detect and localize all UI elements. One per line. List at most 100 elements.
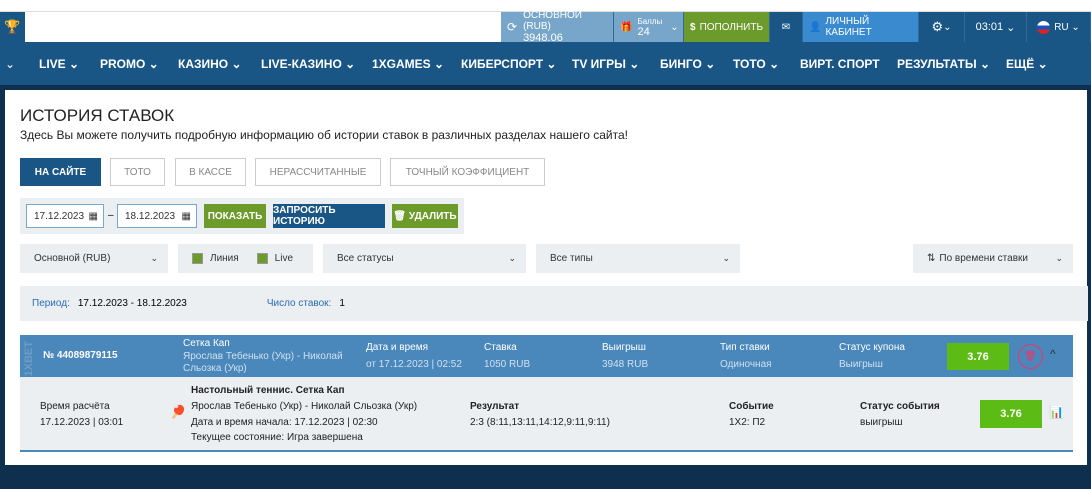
period-value: 17.12.2023 - 18.12.2023	[77, 298, 187, 309]
nav-tv-games[interactable]: TV ИГРЫ ⌄	[572, 57, 639, 71]
russia-flag-icon	[1037, 20, 1051, 34]
live-checkbox[interactable]	[256, 253, 268, 264]
balance-label: ОСНОВНОЙ (RUB)	[523, 10, 582, 32]
trophy-icon[interactable]: 🏆	[0, 12, 25, 42]
deposit-label: ПОПОЛНИТЬ	[699, 21, 764, 33]
date-from-input[interactable]: 17.12.2023 ▦	[26, 204, 104, 228]
win-label: Выигрыш	[602, 342, 646, 353]
nav-virtual-sport[interactable]: ВИРТ. СПОРТ	[800, 57, 880, 71]
chevron-down-icon: ⌄	[722, 253, 730, 263]
trash-icon[interactable]: 🗑	[1018, 344, 1043, 369]
event-state: Текущее состояние: Игра завершена	[191, 432, 363, 443]
nav-results[interactable]: РЕЗУЛЬТАТЫ ⌄	[897, 57, 990, 71]
mail-icon[interactable]: ✉	[770, 12, 803, 42]
settings-button[interactable]: ⚙ ⌄	[919, 12, 965, 42]
trash-icon: 🗑	[393, 210, 407, 222]
show-button[interactable]: ПОКАЗАТЬ	[204, 204, 266, 228]
account-select[interactable]: Основной (RUB) ⌄	[20, 244, 168, 273]
stake-value: 1050 RUB	[484, 359, 531, 370]
calc-label: Время расчёта	[40, 401, 110, 412]
chevron-down-icon: ⌄	[670, 21, 679, 33]
cabinet-label: ЛИЧНЫЙ КАБИНЕТ	[825, 16, 872, 38]
balance-button[interactable]: ⟳ ОСНОВНОЙ (RUB) 3948.06	[501, 10, 614, 44]
nav-promo[interactable]: PROMO ⌄	[100, 57, 159, 71]
date-separator: –	[108, 210, 114, 221]
nav-live-casino[interactable]: LIVE-КАЗИНО ⌄	[261, 57, 355, 71]
calendar-icon: ▦	[88, 210, 98, 222]
event-start: Дата и время начала: 17.12.2023 | 02:30	[191, 417, 378, 428]
line-live-filter: Линия Live	[178, 244, 313, 273]
date-to-input[interactable]: 18.12.2023 ▦	[117, 204, 197, 228]
dollar-icon: $	[690, 21, 696, 33]
event-status-value: выигрыш	[860, 417, 903, 428]
line-checkbox[interactable]	[192, 253, 203, 264]
result-label: Результат	[470, 401, 520, 412]
period-summary: Период: 17.12.2023 - 18.12.2023 Число ст…	[20, 286, 1088, 321]
period-label: Период:	[32, 298, 70, 309]
points-value: 24	[637, 25, 650, 38]
nav-bingo[interactable]: БИНГО ⌄	[660, 57, 715, 71]
page-subtitle: Здесь Вы можете получить подробную инфор…	[20, 128, 628, 142]
chevron-up-icon[interactable]: ^	[1050, 347, 1056, 361]
chevron-down-icon: ⌄	[1055, 253, 1063, 263]
type-select[interactable]: Все типы ⌄	[536, 244, 740, 273]
nav-live[interactable]: LIVE ⌄	[39, 57, 79, 71]
sort-select[interactable]: ⇅ По времени ставки ⌄	[913, 244, 1073, 273]
gift-icon: 🎁	[620, 21, 633, 33]
bet-match: Ярослав Тебенько (Укр) - Николай Сльозка…	[183, 351, 343, 374]
tab-toto[interactable]: ТОТО	[110, 158, 165, 186]
nav-esports[interactable]: КИБЕРСПОРТ ⌄	[461, 57, 556, 71]
bet-number: № 44089879115	[43, 350, 118, 361]
date-label: Дата и время	[366, 342, 429, 353]
request-history-button[interactable]: ЗАПРОСИТЬ ИСТОРИЮ	[273, 204, 385, 228]
chevron-down-icon[interactable]: ⌄	[5, 57, 15, 71]
win-value: 3948 RUB	[602, 359, 649, 370]
event-value: 1Х2: П2	[729, 417, 766, 428]
tab-unsettled[interactable]: НЕРАССЧИТАННЫЕ	[255, 158, 381, 186]
deposit-button[interactable]: $ ПОПОЛНИТЬ	[684, 12, 770, 42]
language-button[interactable]: RU ⌄	[1027, 12, 1091, 42]
nav-casino[interactable]: КАЗИНО ⌄	[178, 57, 242, 71]
cabinet-button[interactable]: 👤 ЛИЧНЫЙ КАБИНЕТ	[803, 12, 919, 42]
tab-cashdesk[interactable]: В КАССЕ	[175, 158, 246, 186]
tab-on-site[interactable]: НА САЙТЕ	[20, 158, 101, 186]
bet-tournament: Сетка Кап	[183, 338, 230, 349]
sort-icon: ⇅	[927, 253, 936, 264]
type-value: Одиночная	[720, 359, 772, 370]
delete-button[interactable]: 🗑 УДАЛИТЬ	[392, 204, 458, 228]
date-value: от 17.12.2023 | 02:52	[366, 359, 462, 370]
gear-icon: ⚙	[931, 19, 944, 34]
bet-details: Время расчёта 17.12.2023 | 03:01 🏓 Насто…	[20, 377, 1073, 452]
logo-watermark: 1XBET	[23, 341, 35, 377]
coupon-odds: 3.76	[947, 343, 1009, 370]
event-status-label: Статус события	[860, 401, 940, 412]
calendar-icon: ▦	[181, 210, 191, 222]
count-value: 1	[339, 298, 345, 309]
status-select[interactable]: Все статусы ⌄	[323, 244, 526, 273]
chevron-down-icon: ⌄	[508, 253, 516, 263]
event-title: Настольный теннис. Сетка Кап	[191, 385, 345, 396]
page-title: ИСТОРИЯ СТАВОК	[20, 106, 175, 125]
status-value: Выигрыш	[839, 359, 883, 370]
points-label: Баллы	[637, 16, 663, 26]
status-label: Статус купона	[839, 342, 905, 353]
time-button[interactable]: 03:01 ⌄	[965, 12, 1027, 42]
tab-exact-odds[interactable]: ТОЧНЫЙ КОЭФФИЦИЕНТ	[390, 158, 545, 186]
points-button[interactable]: 🎁 Баллы 24 ⌄	[614, 12, 684, 42]
time: 03:01	[975, 21, 1004, 33]
event-match: Ярослав Тебенько (Укр) - Николай Сльозка…	[191, 401, 418, 412]
table-tennis-icon: 🏓	[170, 404, 187, 419]
type-label: Тип ставки	[720, 342, 770, 353]
nav-toto[interactable]: ТОТО ⌄	[733, 57, 779, 71]
nav-1xgames[interactable]: 1XGAMES ⌄	[372, 57, 444, 71]
statistics-icon[interactable]: 📊	[1049, 405, 1064, 419]
result-value: 2:3 (8:11,13:11,14:12,9:11,9:11)	[470, 417, 610, 428]
nav-more[interactable]: ЕЩЁ ⌄	[1006, 57, 1048, 71]
header-blank	[25, 12, 501, 42]
count-label: Число ставок:	[266, 298, 332, 309]
calc-value: 17.12.2023 | 03:01	[40, 417, 124, 428]
refresh-icon[interactable]: ⟳	[507, 20, 517, 34]
event-label: Событие	[729, 401, 774, 412]
bet-header[interactable]: 1XBET № 44089879115 Сетка Кап Ярослав Те…	[20, 335, 1073, 377]
chevron-down-icon: ⌄	[150, 253, 158, 263]
